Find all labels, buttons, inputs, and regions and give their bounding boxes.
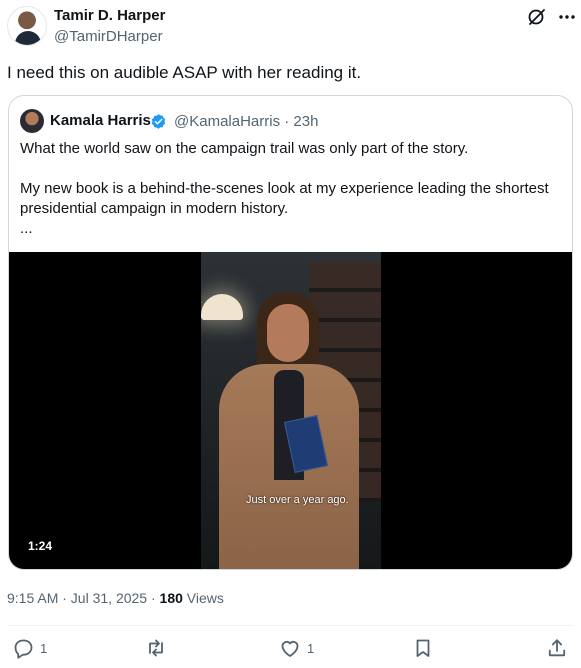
tweet-header: Tamir D. Harper @TamirDHarper (0, 0, 581, 52)
video-duration: 1:24 (28, 539, 53, 553)
quoted-author-handle-time[interactable]: @KamalaHarris · 23h (174, 113, 318, 130)
quoted-author-avatar[interactable] (20, 109, 44, 133)
author-handle[interactable]: @TamirDHarper (54, 28, 163, 45)
quoted-author-name[interactable]: Kamala Harris (50, 112, 151, 129)
bookmark-icon (412, 637, 434, 659)
share-button[interactable] (546, 637, 568, 659)
views-label: Views (182, 590, 224, 606)
bookmark-button[interactable] (412, 637, 434, 659)
quoted-text-ellipsis: ... (20, 220, 33, 237)
like-button[interactable]: 1 (279, 637, 314, 659)
tweet-text: I need this on audible ASAP with her rea… (7, 63, 362, 82)
author-name[interactable]: Tamir D. Harper (54, 7, 165, 24)
retweet-button[interactable] (145, 637, 173, 659)
share-icon (546, 637, 568, 659)
reply-button[interactable]: 1 (12, 637, 47, 659)
reply-count: 1 (40, 640, 48, 656)
person-face (267, 304, 309, 362)
views-count: 180 (159, 590, 183, 606)
divider (7, 625, 573, 626)
video-caption: Just over a year ago. (246, 494, 349, 506)
video-frame (201, 252, 381, 569)
author-avatar[interactable] (7, 6, 47, 46)
tweet-meta: 9:15 AM · Jul 31, 2025 · 180 Views (7, 590, 224, 606)
verified-badge-icon (150, 113, 167, 130)
video-player[interactable]: Just over a year ago. 1:24 (9, 252, 572, 569)
quoted-text-line: What the world saw on the campaign trail… (20, 140, 469, 157)
retweet-icon (145, 637, 167, 659)
reply-icon (12, 637, 34, 659)
more-icon[interactable] (557, 7, 577, 27)
quoted-tweet-text: What the world saw on the campaign trail… (20, 139, 565, 239)
heart-icon (279, 637, 301, 659)
timestamp[interactable]: 9:15 AM · Jul 31, 2025 · (7, 590, 160, 606)
like-count: 1 (307, 640, 315, 656)
quoted-tweet-card[interactable]: Kamala Harris @KamalaHarris · 23h What t… (8, 95, 573, 570)
quoted-text-line: My new book is a behind-the-scenes look … (20, 180, 549, 217)
grok-icon[interactable] (527, 7, 547, 27)
lamp (201, 294, 243, 320)
